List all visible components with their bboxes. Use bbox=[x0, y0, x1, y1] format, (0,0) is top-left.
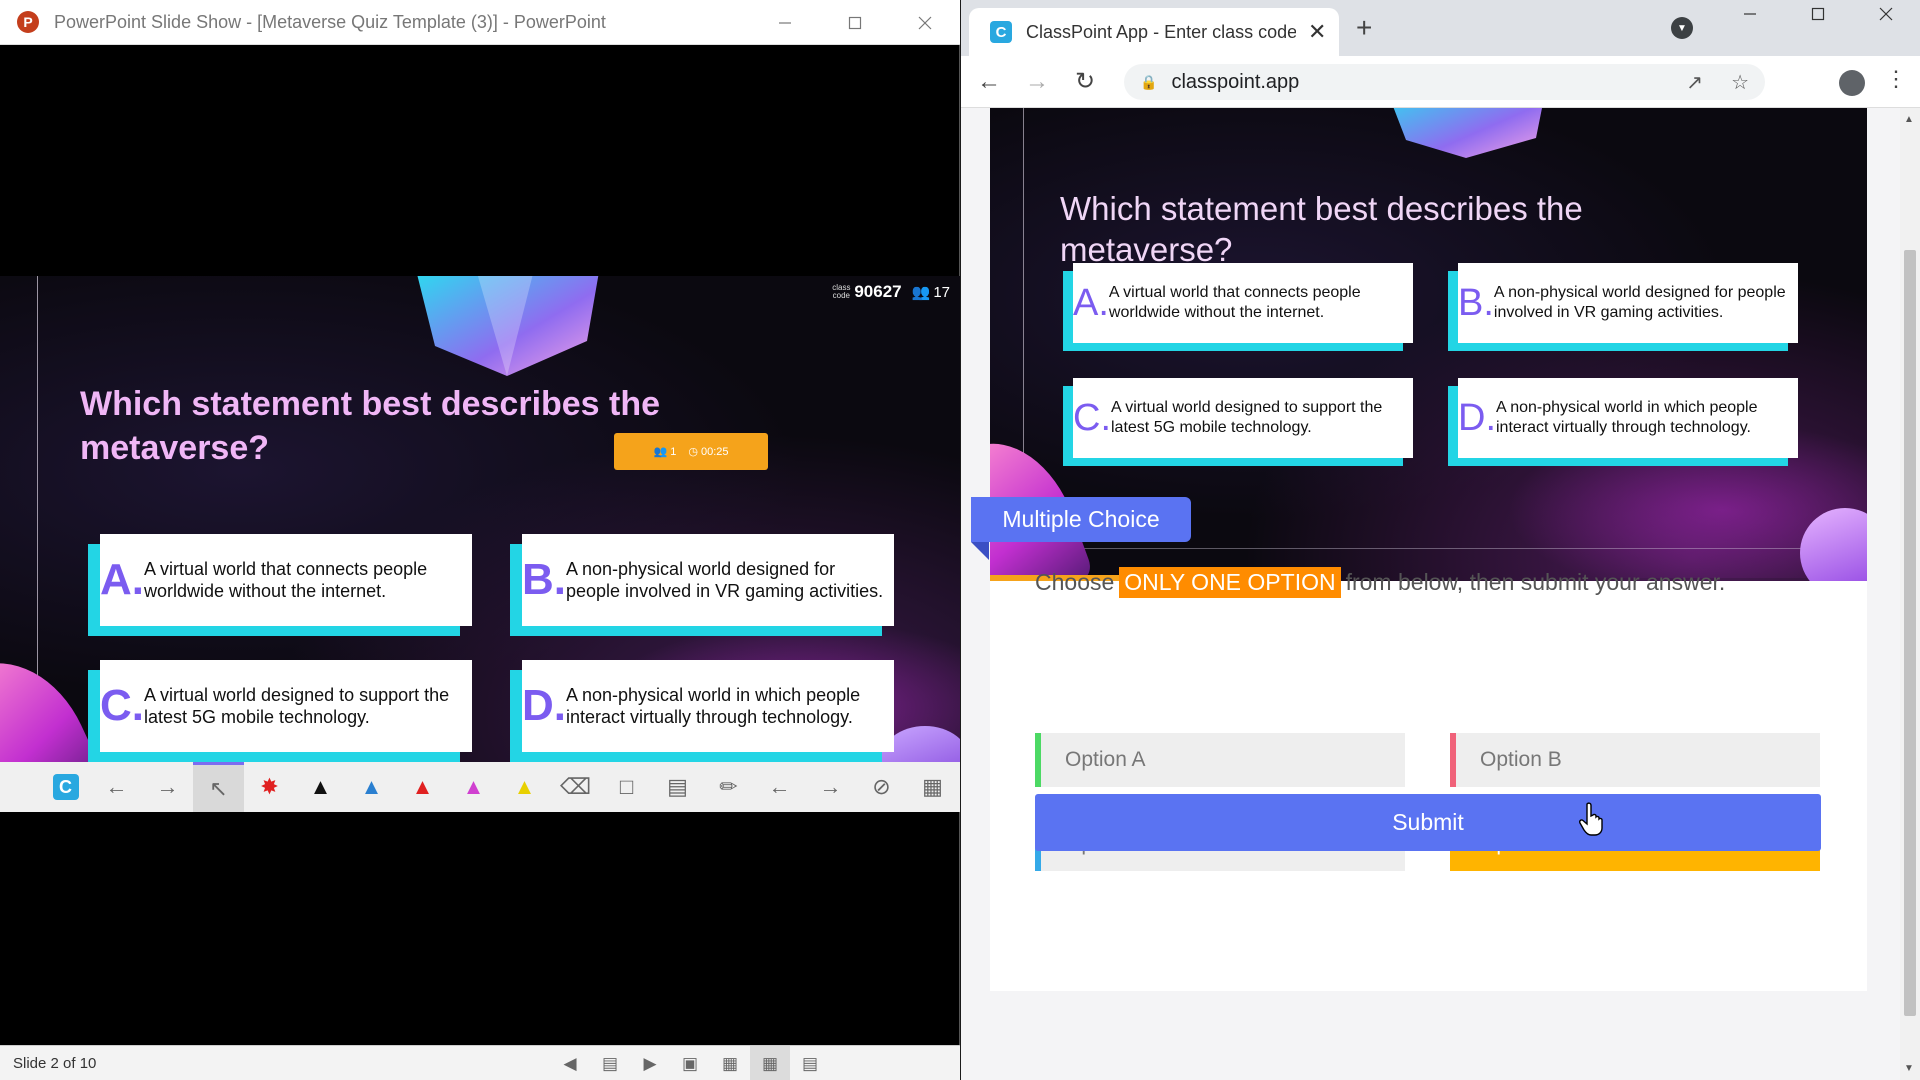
ppt-window-title: PowerPoint Slide Show - [Metaverse Quiz … bbox=[54, 11, 606, 32]
bookmark-star-icon[interactable]: ☆ bbox=[1731, 70, 1749, 95]
browser-toolbar: ← → ↻ 🔒 classpoint.app ↗ ☆ ⋮ bbox=[961, 56, 1920, 108]
slide-canvas: class code 90627 👥 17 Which statement be… bbox=[0, 276, 960, 762]
web-slide-question: Which statement best describes the metav… bbox=[1060, 190, 1583, 268]
arrow-right-icon[interactable]: → bbox=[142, 762, 193, 812]
chrome-window: C ClassPoint App - Enter class code ✕ + … bbox=[961, 0, 1920, 1080]
prev-slide-icon[interactable]: ◀ bbox=[550, 1046, 590, 1080]
users-icon: 👥 bbox=[653, 446, 668, 458]
hide-icon[interactable]: ⊘ bbox=[856, 762, 907, 812]
close-button[interactable] bbox=[890, 0, 960, 45]
kebab-menu-icon[interactable]: ⋮ bbox=[1885, 66, 1907, 92]
answer-card-d: D. A non-physical world in which people i… bbox=[510, 660, 894, 762]
pen-black-icon[interactable]: ▲ bbox=[295, 762, 346, 812]
close-button[interactable] bbox=[1852, 0, 1920, 28]
option-a-button[interactable]: Option A bbox=[1035, 733, 1405, 787]
profile-avatar-icon[interactable] bbox=[1839, 70, 1865, 96]
minimize-button[interactable] bbox=[1716, 0, 1784, 28]
pen-red-icon[interactable]: ▲ bbox=[397, 762, 448, 812]
class-code: 90627 bbox=[854, 282, 902, 301]
slide-number: Slide 2 of 10 bbox=[13, 1054, 97, 1072]
tab-search-icon[interactable]: ▼ bbox=[1671, 17, 1693, 39]
slideshow-icon[interactable]: ▤ bbox=[790, 1046, 830, 1080]
reload-icon[interactable]: ↻ bbox=[1061, 67, 1109, 96]
answer-card-c: C. A virtual world designed to support th… bbox=[88, 660, 472, 762]
slide-sorter-icon[interactable]: ▦ bbox=[710, 1046, 750, 1080]
maximize-button[interactable] bbox=[820, 0, 890, 45]
gem-graphic bbox=[1393, 108, 1542, 158]
participant-count: 17 bbox=[933, 283, 950, 301]
close-tab-icon[interactable]: ✕ bbox=[1308, 19, 1326, 45]
next-slide-icon[interactable]: ▶ bbox=[630, 1046, 670, 1080]
draggable-icon[interactable]: ✏ bbox=[703, 762, 754, 812]
ppt-statusbar: Slide 2 of 10 ◀ ▤ ▶ ▣ ▦ ▦ ▤ bbox=[0, 1045, 960, 1080]
scroll-down-icon[interactable]: ▼ bbox=[1904, 1063, 1914, 1074]
laser-pen-icon[interactable]: ✸ bbox=[244, 762, 295, 812]
whiteboard-icon[interactable]: □ bbox=[601, 762, 652, 812]
answer-card-b: B. A non-physical world designed for peop… bbox=[510, 534, 894, 636]
share-icon[interactable]: ↗ bbox=[1686, 70, 1703, 95]
instruction-highlight: ONLY ONE OPTION bbox=[1119, 567, 1341, 598]
class-code-display: class code 90627 👥 17 bbox=[830, 282, 950, 302]
page-scrollbar[interactable]: ▲ ▼ bbox=[1900, 108, 1920, 1080]
classpoint-favicon: C bbox=[990, 21, 1012, 43]
pointer-icon[interactable]: ↖ bbox=[193, 762, 244, 812]
notes-icon[interactable]: ▤ bbox=[590, 1046, 630, 1080]
web-answer-card-c: C. A virtual world designed to support th… bbox=[1063, 378, 1413, 466]
answer-card-a: A. A virtual world that connects people w… bbox=[88, 534, 472, 636]
activity-type-tag: Multiple Choice bbox=[971, 497, 1191, 542]
tab-strip: C ClassPoint App - Enter class code ✕ + … bbox=[961, 0, 1920, 56]
forward-icon[interactable]: → bbox=[1013, 68, 1061, 96]
lock-icon: 🔒 bbox=[1140, 73, 1158, 90]
new-tab-button[interactable]: + bbox=[1356, 12, 1372, 44]
gem-graphic bbox=[417, 276, 599, 376]
hand-cursor-icon bbox=[1579, 802, 1603, 836]
users-icon: 👥 bbox=[911, 284, 931, 301]
eraser-icon[interactable]: ⌫ bbox=[550, 762, 601, 812]
powerpoint-window: P PowerPoint Slide Show - [Metaverse Qui… bbox=[0, 0, 960, 1080]
tab-title: ClassPoint App - Enter class code bbox=[1026, 21, 1296, 42]
powerpoint-icon: P bbox=[17, 11, 39, 33]
prev-icon[interactable]: ← bbox=[754, 762, 805, 812]
address-bar[interactable]: 🔒 classpoint.app ↗ ☆ bbox=[1124, 64, 1765, 100]
web-answer-card-b: B. A non-physical world designed for peop… bbox=[1448, 263, 1798, 351]
maximize-button[interactable] bbox=[1784, 0, 1852, 28]
pen-blue-icon[interactable]: ▲ bbox=[346, 762, 397, 812]
normal-view-icon[interactable]: ▣ bbox=[670, 1046, 710, 1080]
url-text: classpoint.app bbox=[1171, 70, 1300, 93]
next-icon[interactable]: → bbox=[805, 762, 856, 812]
pen-pink-icon[interactable]: ▲ bbox=[448, 762, 499, 812]
instruction-text: Choose ONLY ONE OPTION from below, then … bbox=[1035, 567, 1725, 598]
option-b-button[interactable]: Option B bbox=[1450, 733, 1820, 787]
scroll-up-icon[interactable]: ▲ bbox=[1904, 114, 1914, 125]
response-timer-pill[interactable]: 👥 1 ◷ 00:25 bbox=[614, 433, 768, 470]
reading-view-icon[interactable]: ▦ bbox=[750, 1046, 790, 1080]
classpoint-toolbar: C ← → ↖ ✸ ▲ ▲ ▲ ▲ ▲ ⌫ □ ▤ ✏ ← → ⊘ ▦ bbox=[0, 762, 960, 812]
web-answer-card-a: A. A virtual world that connects people w… bbox=[1063, 263, 1413, 351]
chart-icon[interactable]: ▤ bbox=[652, 762, 703, 812]
arrow-left-icon[interactable]: ← bbox=[91, 762, 142, 812]
scrollbar-thumb[interactable] bbox=[1904, 250, 1916, 1016]
classpoint-icon[interactable]: C bbox=[40, 762, 91, 812]
back-icon[interactable]: ← bbox=[965, 68, 1013, 96]
clock-icon: ◷ bbox=[688, 446, 698, 458]
class-code-label: class code bbox=[832, 283, 851, 300]
tab-classpoint[interactable]: C ClassPoint App - Enter class code ✕ bbox=[969, 8, 1339, 56]
web-answer-card-d: D. A non-physical world in which people i… bbox=[1448, 378, 1798, 466]
ppt-titlebar: P PowerPoint Slide Show - [Metaverse Qui… bbox=[0, 0, 960, 45]
minimize-button[interactable] bbox=[750, 0, 820, 45]
timer: 00:25 bbox=[701, 446, 729, 458]
response-count: 1 bbox=[670, 446, 677, 458]
more-icon[interactable]: ▦ bbox=[907, 762, 958, 812]
submit-button[interactable]: Submit bbox=[1035, 794, 1821, 851]
highlighter-icon[interactable]: ▲ bbox=[499, 762, 550, 812]
